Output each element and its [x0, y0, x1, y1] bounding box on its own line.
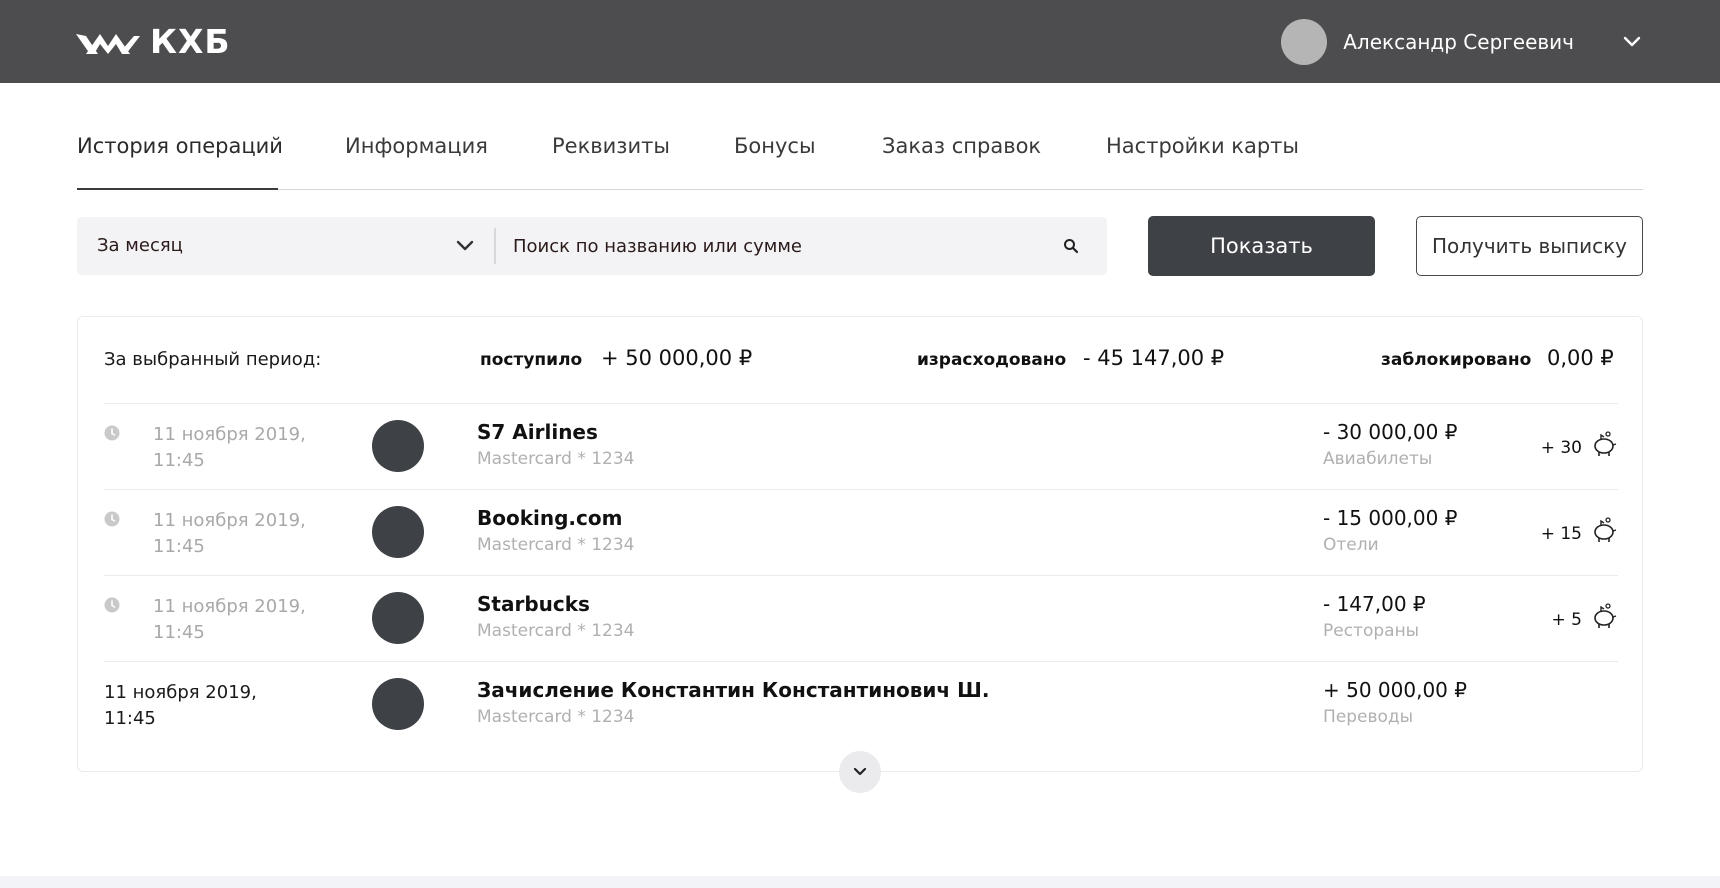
search-icon[interactable] [1061, 236, 1081, 256]
active-tab-indicator [77, 188, 278, 190]
period-summary: За выбранный период: поступило + 50 000,… [78, 317, 1644, 403]
transaction-row[interactable]: 11 ноября 2019, 11:45 S7 Airlines Master… [104, 403, 1618, 489]
transaction-row[interactable]: 11 ноября 2019, 11:45 Зачисление Констан… [104, 661, 1618, 747]
transaction-title[interactable]: S7 Airlines [477, 420, 598, 444]
blocked-label: заблокировано [1381, 350, 1532, 370]
user-menu[interactable]: Александр Сергеевич [1281, 18, 1644, 66]
chevron-down-icon[interactable] [453, 234, 477, 258]
merchant-avatar [372, 592, 424, 644]
clock-icon [104, 425, 120, 441]
clock-icon [104, 511, 120, 527]
footer-strip [0, 876, 1720, 888]
transaction-title[interactable]: Starbucks [477, 592, 590, 616]
transaction-date: 11 ноября 2019, 11:45 [153, 510, 306, 557]
filter-bar: За месяц [77, 217, 1107, 275]
tab-card-settings[interactable]: Настройки карты [1106, 134, 1299, 158]
tab-information[interactable]: Информация [345, 134, 488, 158]
card-label: Mastercard * 1234 [477, 621, 635, 641]
logo[interactable]: КХБ [76, 24, 231, 60]
top-bar: КХБ Александр Сергеевич [0, 0, 1720, 83]
received-label: поступило [480, 350, 583, 370]
blocked-value: 0,00 ₽ [1547, 346, 1614, 370]
transaction-date: 11 ноября 2019, 11:45 [153, 424, 306, 471]
transaction-amount: + 50 000,00 ₽ [1323, 678, 1467, 702]
transaction-row[interactable]: 11 ноября 2019, 11:45 Booking.com Master… [104, 489, 1618, 575]
load-more-button[interactable] [839, 751, 881, 793]
card-label: Mastercard * 1234 [477, 535, 635, 555]
card-label: Mastercard * 1234 [477, 449, 635, 469]
card-label: Mastercard * 1234 [477, 707, 635, 727]
transaction-row[interactable]: 11 ноября 2019, 11:45 Starbucks Masterca… [104, 575, 1618, 661]
merchant-avatar [372, 506, 424, 558]
bonus-points: + 15 [1540, 524, 1582, 544]
bonus-points: + 30 [1540, 438, 1582, 458]
transaction-amount: - 147,00 ₽ [1323, 592, 1426, 616]
transaction-category: Рестораны [1323, 621, 1420, 641]
show-button[interactable]: Показать [1148, 216, 1375, 276]
piggy-bank-icon [1594, 431, 1617, 456]
transaction-category: Авиабилеты [1323, 449, 1433, 469]
merchant-avatar [372, 420, 424, 472]
transaction-category: Переводы [1323, 707, 1414, 727]
tab-bar: История операций Информация Реквизиты Бо… [77, 118, 1643, 190]
avatar[interactable] [1281, 19, 1328, 65]
transaction-amount: - 30 000,00 ₽ [1323, 420, 1458, 444]
merchant-avatar [372, 678, 424, 730]
operations-card: За выбранный период: поступило + 50 000,… [77, 316, 1643, 772]
search-input[interactable] [513, 217, 1053, 275]
piggy-bank-icon [1594, 603, 1617, 628]
spent-value: - 45 147,00 ₽ [1083, 346, 1225, 370]
user-name[interactable]: Александр Сергеевич [1343, 30, 1574, 54]
chevron-down-icon [853, 767, 867, 776]
chevron-down-icon[interactable] [1620, 30, 1644, 54]
received-value: + 50 000,00 ₽ [601, 346, 753, 370]
tab-certificates[interactable]: Заказ справок [882, 134, 1041, 158]
get-statement-button[interactable]: Получить выписку [1416, 216, 1643, 276]
tab-history[interactable]: История операций [77, 134, 283, 158]
piggy-bank-icon [1594, 517, 1617, 542]
tab-requisites[interactable]: Реквизиты [552, 134, 670, 158]
spent-label: израсходовано [917, 350, 1067, 370]
transaction-title[interactable]: Зачисление Константин Константинович Ш. [477, 678, 989, 702]
divider [494, 228, 496, 264]
bird-logo-icon [76, 34, 140, 54]
transaction-title[interactable]: Booking.com [477, 506, 622, 530]
logo-text: КХБ [150, 22, 231, 61]
bonus-points: + 5 [1551, 610, 1582, 630]
clock-icon [104, 597, 120, 613]
transaction-date: 11 ноября 2019, 11:45 [104, 682, 257, 729]
transaction-amount: - 15 000,00 ₽ [1323, 506, 1458, 530]
tab-bonuses[interactable]: Бонусы [734, 134, 816, 158]
summary-label: За выбранный период: [104, 349, 322, 370]
period-select[interactable]: За месяц [97, 217, 183, 275]
transaction-category: Отели [1323, 535, 1379, 555]
transaction-date: 11 ноября 2019, 11:45 [153, 596, 306, 643]
